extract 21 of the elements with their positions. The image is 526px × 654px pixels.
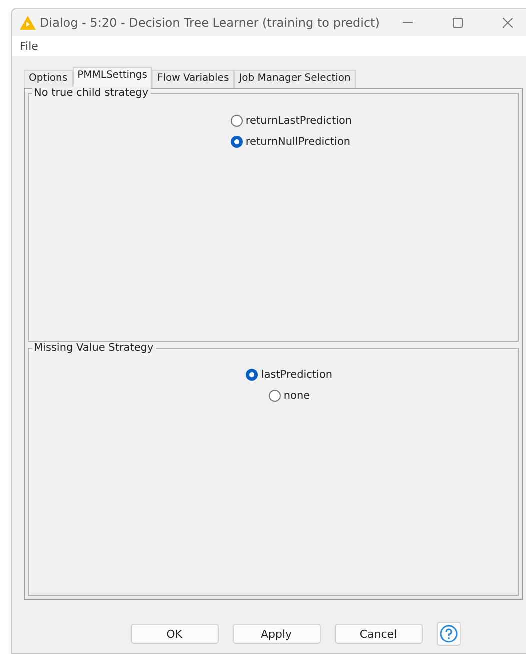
maximize-icon	[453, 18, 463, 28]
help-button[interactable]	[436, 622, 460, 646]
help-icon	[440, 625, 458, 643]
minimize-icon	[403, 22, 413, 23]
radio-button[interactable]: returnNullPrediction	[230, 133, 351, 150]
group-title: Missing Value Strategy	[32, 342, 156, 354]
window-title: Dialog - 5:20 - Decision Tree Learner (training to predict)	[40, 16, 381, 30]
tab[interactable]: Job Manager Selection	[234, 70, 356, 88]
radio-button[interactable]: lastPrediction	[246, 366, 333, 384]
dialog-button[interactable]: Cancel	[334, 624, 422, 644]
radio-button[interactable]: returnLastPrediction	[230, 112, 352, 129]
tab[interactable]: PMMLSettings	[72, 67, 152, 88]
dialog-button[interactable]: OK	[130, 624, 218, 644]
dialog-button[interactable]: Apply	[232, 624, 320, 644]
group-title: No true child strategy	[32, 87, 151, 99]
warning-icon	[20, 16, 36, 30]
tab[interactable]: Options	[24, 70, 73, 88]
close-icon	[503, 18, 513, 28]
radio-button[interactable]: none	[268, 388, 310, 404]
menu-item[interactable]: File	[18, 40, 40, 52]
tab[interactable]: Flow Variables	[152, 70, 234, 88]
